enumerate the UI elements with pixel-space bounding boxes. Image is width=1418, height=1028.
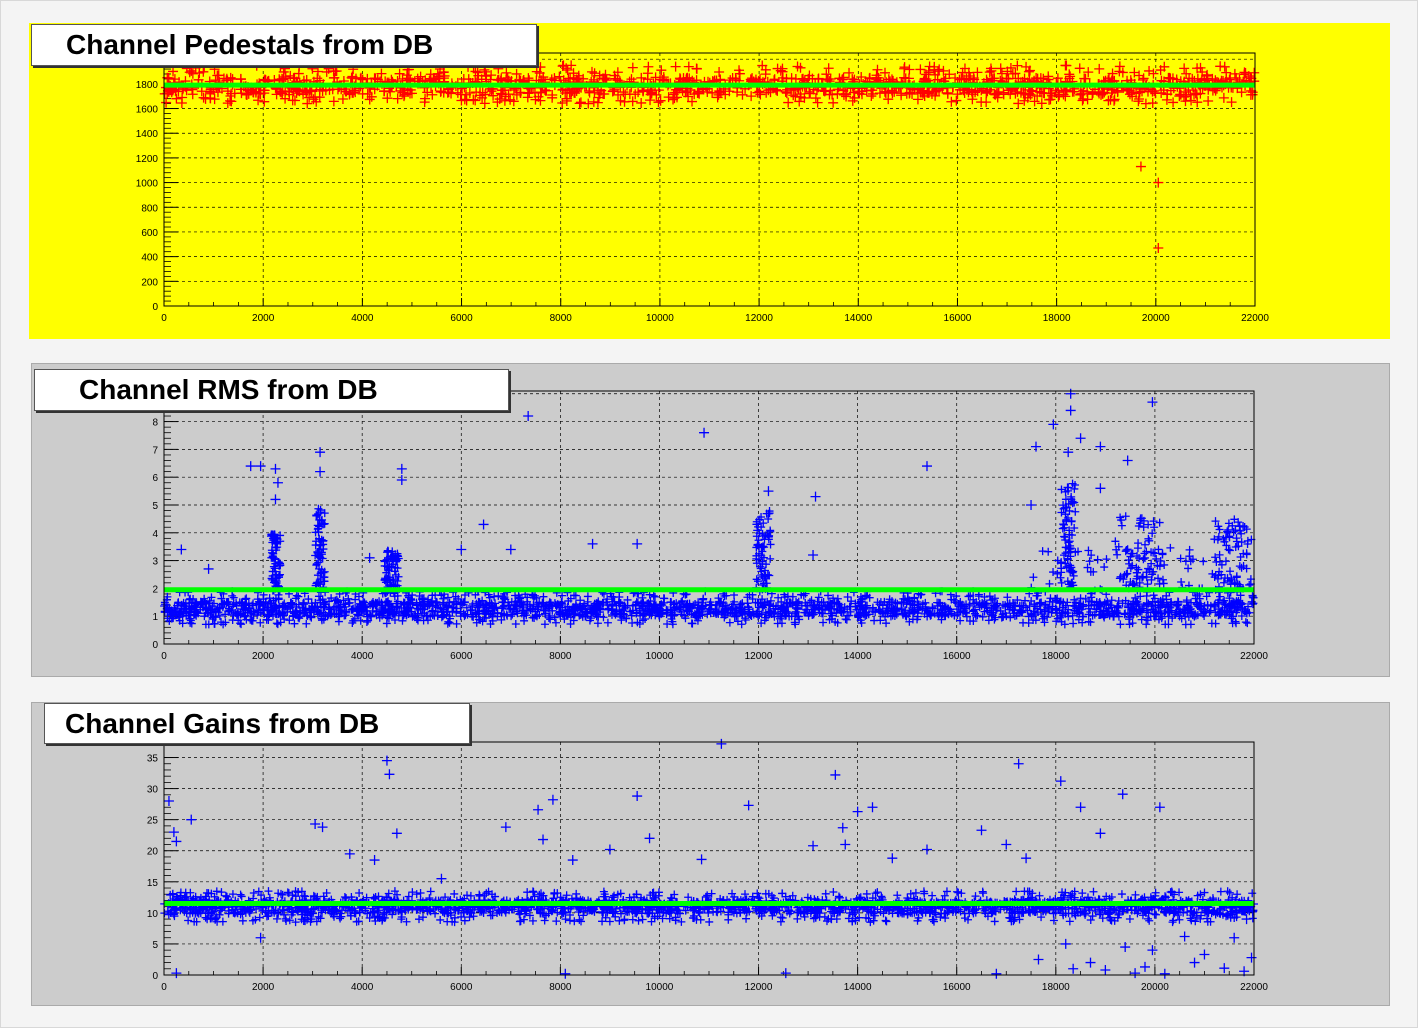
y-tick-label: 30	[147, 785, 159, 796]
pedestals-title: Channel Pedestals from DB	[31, 24, 537, 66]
x-tick-label: 14000	[844, 313, 872, 324]
x-tick-label: 0	[161, 982, 167, 993]
y-tick-label: 1000	[136, 179, 159, 190]
x-tick-label: 8000	[550, 313, 573, 324]
y-tick-label: 20	[147, 847, 159, 858]
y-tick-label: 1200	[136, 154, 159, 165]
x-tick-label: 18000	[1043, 313, 1071, 324]
y-tick-label: 1	[152, 612, 158, 623]
x-tick-label: 16000	[943, 982, 971, 993]
x-tick-label: 2000	[252, 982, 275, 993]
x-tick-label: 22000	[1241, 313, 1269, 324]
y-tick-label: 5	[152, 501, 158, 512]
canvas: 0 2000 4000 6000 8000 10000 12000 14000 16000 180…	[0, 0, 1418, 1028]
x-tick-label: 12000	[745, 982, 773, 993]
y-tick-label: 1800	[136, 80, 159, 91]
y-tick-label: 7	[152, 445, 158, 456]
x-tick-label: 20000	[1141, 982, 1169, 993]
y-tick-label: 400	[141, 253, 158, 264]
y-tick-label: 4	[152, 529, 158, 540]
x-tick-label: 16000	[943, 651, 971, 662]
y-tick-label: 5	[152, 940, 158, 951]
rms-title: Channel RMS from DB	[34, 369, 509, 411]
gains-plot: 0 2000 4000 6000 8000 10000 12000 14000 16000 180…	[147, 738, 1268, 993]
x-tick-label: 16000	[944, 313, 972, 324]
y-tick-label: 0	[152, 640, 158, 651]
x-tick-label: 10000	[646, 313, 674, 324]
x-tick-label: 22000	[1240, 982, 1268, 993]
x-tick-label: 4000	[351, 982, 374, 993]
y-tick-label: 2	[152, 584, 158, 595]
y-tick-label: 35	[147, 754, 159, 765]
x-tick-label: 12000	[745, 651, 773, 662]
x-tick-label: 10000	[646, 651, 674, 662]
x-tick-label: 6000	[450, 651, 473, 662]
y-tick-label: 200	[141, 277, 158, 288]
x-tick-label: 20000	[1142, 313, 1170, 324]
x-tick-label: 6000	[450, 982, 473, 993]
pedestals-pad: 0 2000 4000 6000 8000 10000 12000 14000 16000 180…	[29, 23, 1390, 339]
gains-pad: 0 2000 4000 6000 8000 10000 12000 14000 16000 180…	[31, 702, 1390, 1006]
x-tick-label: 14000	[844, 982, 872, 993]
x-tick-label: 2000	[252, 651, 275, 662]
x-tick-label: 4000	[351, 651, 374, 662]
x-tick-label: 8000	[549, 651, 572, 662]
x-tick-label: 20000	[1141, 651, 1169, 662]
y-tick-label: 15	[147, 878, 159, 889]
y-tick-label: 3	[152, 557, 158, 568]
x-tick-label: 0	[161, 313, 167, 324]
rms-plot: 0 2000 4000 6000 8000 10000 12000 14000 16000 180…	[152, 388, 1268, 662]
x-tick-label: 12000	[745, 313, 773, 324]
y-tick-label: 0	[152, 302, 158, 313]
x-tick-label: 22000	[1240, 651, 1268, 662]
y-tick-label: 1400	[136, 129, 159, 140]
plot-frame	[163, 741, 1255, 976]
y-tick-label: 8	[152, 418, 158, 429]
x-tick-label: 4000	[351, 313, 374, 324]
x-tick-label: 0	[161, 651, 167, 662]
x-tick-label: 2000	[252, 313, 275, 324]
x-tick-label: 18000	[1042, 982, 1070, 993]
x-tick-label: 10000	[646, 982, 674, 993]
pedestals-plot: 0 2000 4000 6000 8000 10000 12000 14000 16000 180…	[136, 52, 1269, 324]
y-tick-label: 25	[147, 816, 159, 827]
y-tick-label: 600	[141, 228, 158, 239]
x-tick-label: 18000	[1042, 651, 1070, 662]
y-tick-label: 800	[141, 203, 158, 214]
y-tick-label: 10	[147, 909, 159, 920]
x-tick-label: 6000	[450, 313, 473, 324]
x-tick-label: 8000	[549, 982, 572, 993]
y-tick-label: 6	[152, 473, 158, 484]
y-tick-label: 1600	[136, 105, 159, 116]
x-tick-label: 14000	[844, 651, 872, 662]
y-tick-label: 0	[152, 971, 158, 982]
